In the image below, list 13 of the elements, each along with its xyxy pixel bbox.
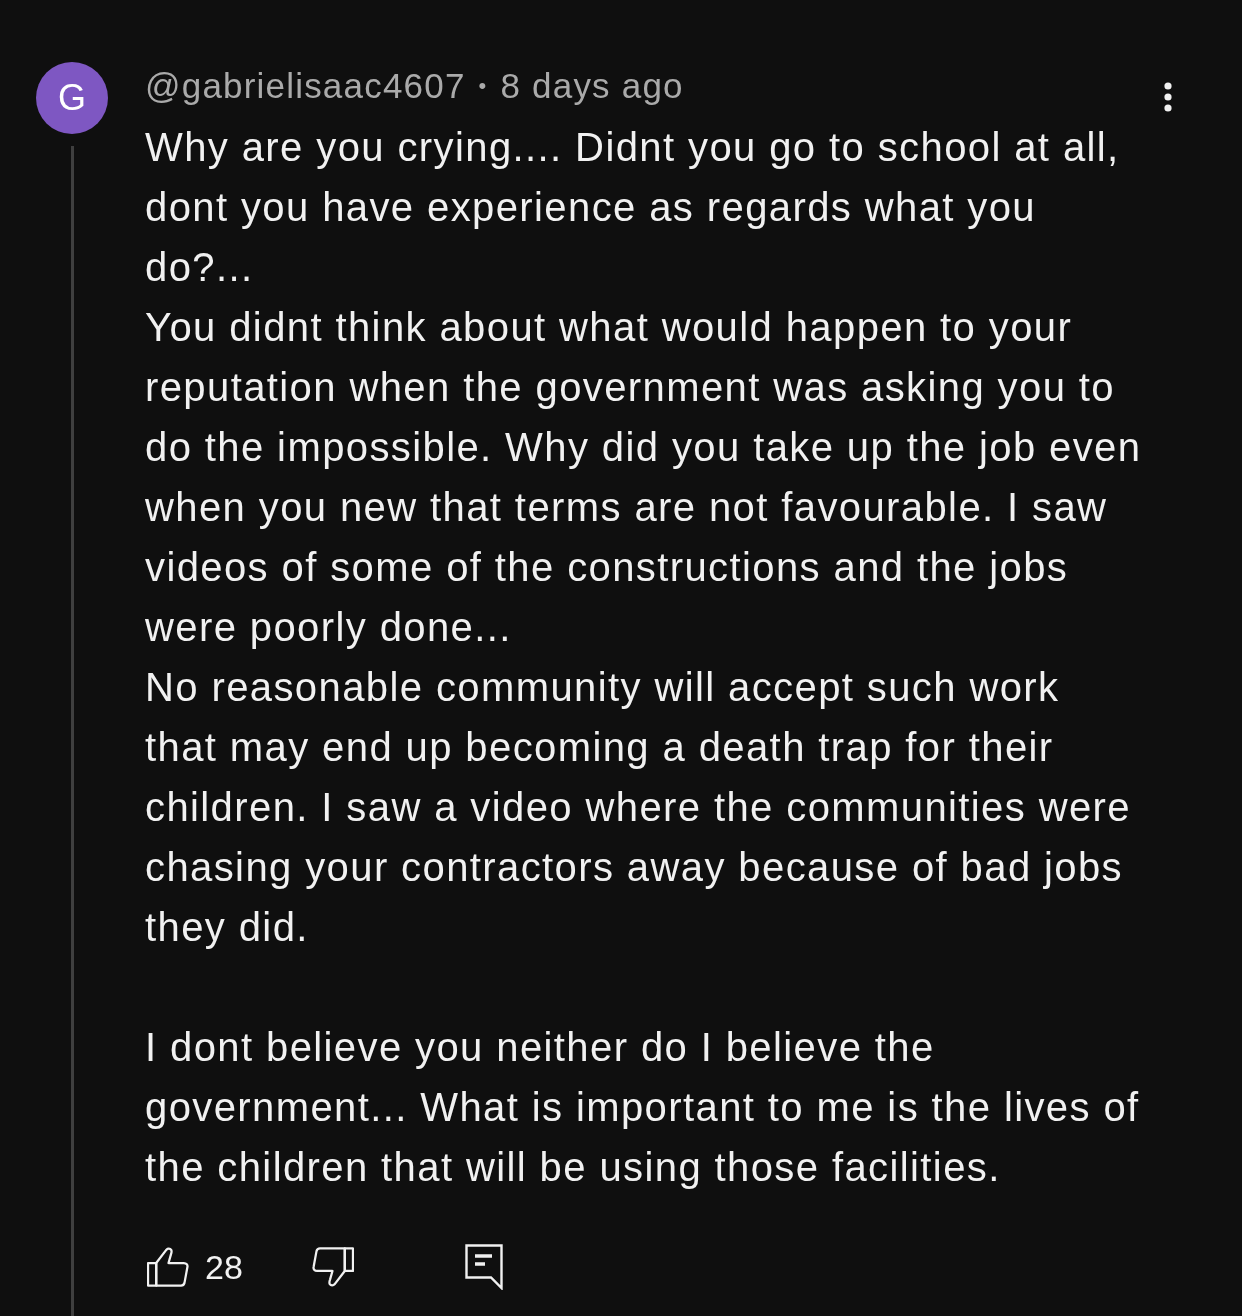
- like-button[interactable]: [147, 1247, 189, 1287]
- thumbs-down-icon: [311, 1247, 354, 1287]
- dislike-button[interactable]: [311, 1247, 354, 1287]
- reply-button[interactable]: [463, 1244, 504, 1290]
- more-vertical-icon: [1164, 82, 1172, 112]
- like-count: 28: [205, 1247, 243, 1287]
- comment-icon: [464, 1244, 503, 1290]
- separator-dot: •: [478, 72, 488, 100]
- avatar[interactable]: G: [36, 62, 108, 134]
- thumbs-up-icon: [147, 1247, 189, 1287]
- comment-time: 8 days ago: [500, 66, 684, 106]
- comment-text: Why are you crying.... Didnt you go to school at all, dont you have experience as regards what you do?... You didnt think about what would happen to your reputation when the government was asking you to do the impossible. Why did you take up the job even when you new that terms are not favourable. I saw videos of some of the constructions and the jobs were poorly done... No reasonable community will accept such work that may end up becoming a death trap for their children. I saw a video where the communities were chasing your contractors away because of bad jobs they did. I dont believe you neither do I believe the government... What is important to me is the lives of the children that will be using those facilities.: [145, 124, 1143, 1191]
- author-name[interactable]: @gabrielisaac4607: [145, 66, 466, 106]
